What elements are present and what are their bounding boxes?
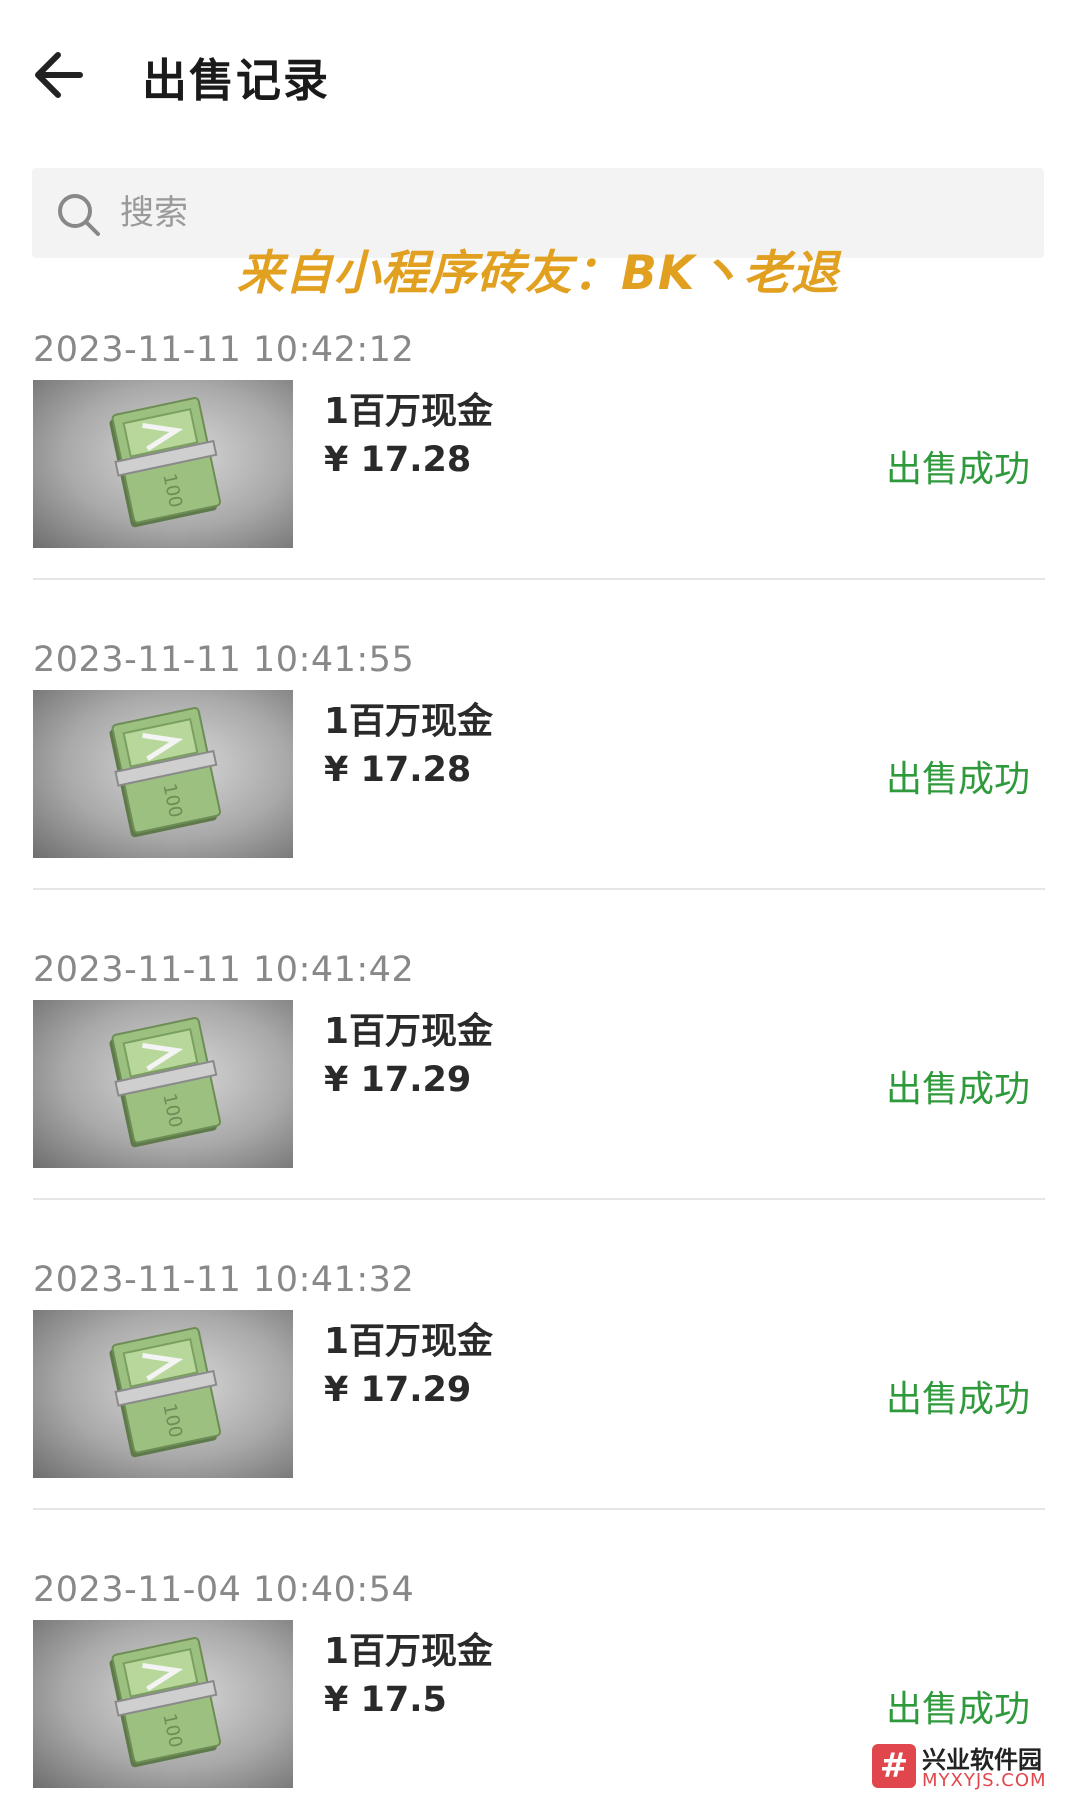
divider	[33, 888, 1045, 890]
watermark-text: 来自小程序砖友：BK丶老退	[237, 246, 840, 301]
record-time: 2023-11-11 10:41:42	[33, 950, 415, 990]
record-item[interactable]: 2023-11-11 10:41:32 100 1百万现金 ¥ 17.29 出售…	[0, 1260, 1080, 1556]
search-icon	[58, 194, 100, 236]
logo-mark: #	[872, 1744, 916, 1788]
item-price: ¥ 17.29	[324, 1370, 472, 1410]
status-badge: 出售成功	[885, 1379, 1030, 1420]
status-badge: 出售成功	[885, 1689, 1030, 1730]
status-badge: 出售成功	[885, 1069, 1030, 1110]
item-name: 1百万现金	[324, 391, 494, 432]
record-item[interactable]: 2023-11-11 10:41:55 100 1百万现金 ¥ 17.28 出售…	[0, 640, 1080, 936]
record-time: 2023-11-11 10:42:12	[33, 330, 415, 370]
item-thumbnail: 100	[33, 1620, 293, 1788]
logo-url: MYXYJS.COM	[922, 1770, 1047, 1791]
item-name: 1百万现金	[324, 1011, 494, 1052]
divider	[33, 578, 1045, 580]
cash-stack-icon: 100	[109, 397, 222, 528]
header: 出售记录	[0, 0, 1080, 150]
cash-stack-icon: 100	[109, 707, 222, 838]
item-thumbnail: 100	[33, 1310, 293, 1478]
item-name: 1百万现金	[324, 701, 494, 742]
record-item[interactable]: 2023-11-11 10:42:12 100 1百万现金 ¥ 17.28 出售…	[0, 330, 1080, 626]
cash-stack-icon: 100	[109, 1017, 222, 1148]
record-time: 2023-11-04 10:40:54	[33, 1570, 415, 1610]
item-thumbnail: 100	[33, 380, 293, 548]
divider	[33, 1508, 1045, 1510]
item-price: ¥ 17.29	[324, 1060, 472, 1100]
item-name: 1百万现金	[324, 1631, 494, 1672]
site-logo: # 兴业软件园 MYXYJS.COM	[872, 1738, 1072, 1796]
sales-record-page: 出售记录 来自小程序砖友：BK丶老退 2023-11-11 10:42:12 1…	[0, 0, 1080, 1800]
item-price: ¥ 17.5	[324, 1680, 447, 1720]
record-item[interactable]: 2023-11-11 10:41:42 100 1百万现金 ¥ 17.29 出售…	[0, 950, 1080, 1246]
item-price: ¥ 17.28	[324, 440, 472, 480]
item-name: 1百万现金	[324, 1321, 494, 1362]
record-time: 2023-11-11 10:41:32	[33, 1260, 415, 1300]
record-time: 2023-11-11 10:41:55	[33, 640, 415, 680]
status-badge: 出售成功	[885, 449, 1030, 490]
divider	[33, 1198, 1045, 1200]
status-badge: 出售成功	[885, 759, 1030, 800]
cash-stack-icon: 100	[109, 1327, 222, 1458]
item-thumbnail: 100	[33, 1000, 293, 1168]
item-thumbnail: 100	[33, 690, 293, 858]
cash-stack-icon: 100	[109, 1637, 222, 1768]
arrow-left-icon	[35, 52, 83, 98]
item-price: ¥ 17.28	[324, 750, 472, 790]
page-title: 出售记录	[142, 54, 331, 107]
back-button[interactable]	[30, 45, 96, 105]
